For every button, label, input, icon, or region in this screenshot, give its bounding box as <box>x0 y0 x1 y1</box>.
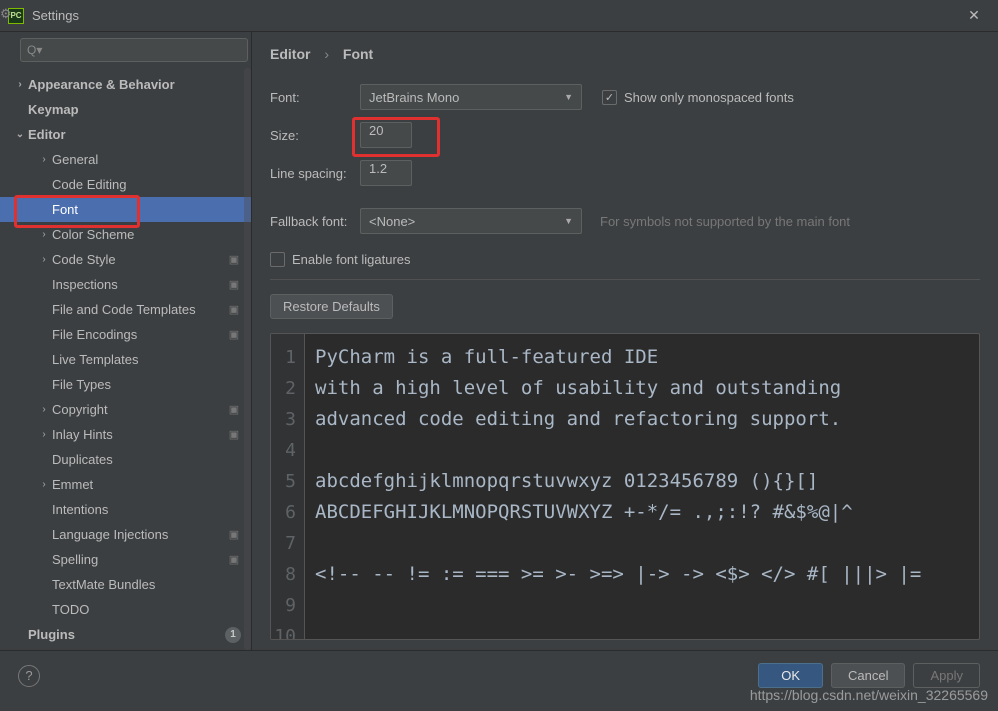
chevron-down-icon: ⌄ <box>12 129 28 140</box>
project-icon: ▣ <box>227 553 241 567</box>
fallback-font-dropdown[interactable]: <None> ▼ <box>360 208 582 234</box>
chevron-right-icon: › <box>36 154 52 165</box>
sidebar-item-code-style[interactable]: ›Code Style▣ <box>0 247 251 272</box>
fallback-hint: For symbols not supported by the main fo… <box>600 214 850 229</box>
project-icon: ▣ <box>227 278 241 292</box>
sidebar-item-file-encodings[interactable]: File Encodings▣ <box>0 322 251 347</box>
sidebar-item-todo[interactable]: TODO <box>0 597 251 622</box>
help-button[interactable]: ? <box>18 665 40 687</box>
sidebar-item-live-templates[interactable]: Live Templates <box>0 347 251 372</box>
settings-tree[interactable]: ›Appearance & Behavior Keymap ⌄Editor ›G… <box>0 68 251 650</box>
title-bar: ⚙ PC Settings ✕ <box>0 0 998 32</box>
fallback-font-label: Fallback font: <box>270 214 360 229</box>
search-input[interactable]: Q▾ <box>20 38 248 62</box>
code-preview[interactable]: PyCharm is a full-featured IDE with a hi… <box>305 334 979 639</box>
font-dropdown[interactable]: JetBrains Mono ▼ <box>360 84 582 110</box>
content-pane: Editor › Font Font: JetBrains Mono ▼ Sho… <box>252 32 998 650</box>
restore-defaults-button[interactable]: Restore Defaults <box>270 294 393 319</box>
sidebar-item-plugins[interactable]: Plugins1 <box>0 622 251 647</box>
size-input[interactable]: 20 <box>360 122 412 148</box>
project-icon: ▣ <box>227 428 241 442</box>
font-label: Font: <box>270 90 360 105</box>
font-preview: 12345678910 PyCharm is a full-featured I… <box>270 333 980 640</box>
cancel-button[interactable]: Cancel <box>831 663 905 688</box>
sidebar-item-keymap[interactable]: Keymap <box>0 97 251 122</box>
sidebar-item-intentions[interactable]: Intentions <box>0 497 251 522</box>
project-icon: ▣ <box>227 528 241 542</box>
window-title: Settings <box>32 8 958 23</box>
ok-button[interactable]: OK <box>758 663 823 688</box>
dialog-footer: ? OK Cancel Apply <box>0 650 998 700</box>
sidebar-item-appearance[interactable]: ›Appearance & Behavior <box>0 72 251 97</box>
apply-button[interactable]: Apply <box>913 663 980 688</box>
project-icon: ▣ <box>227 328 241 342</box>
monospaced-only-checkbox[interactable]: Show only monospaced fonts <box>602 90 794 105</box>
close-icon[interactable]: ✕ <box>958 0 990 32</box>
checkbox-icon <box>602 90 617 105</box>
sidebar-item-code-editing[interactable]: Code Editing <box>0 172 251 197</box>
project-icon: ▣ <box>227 303 241 317</box>
breadcrumb-root[interactable]: Editor <box>270 46 310 62</box>
ligatures-checkbox[interactable]: Enable font ligatures <box>270 252 980 267</box>
chevron-right-icon: › <box>36 479 52 490</box>
chevron-down-icon: ▼ <box>564 216 573 226</box>
sidebar-item-inspections[interactable]: Inspections▣ <box>0 272 251 297</box>
line-spacing-label: Line spacing: <box>270 166 360 181</box>
breadcrumb-leaf: Font <box>343 46 373 62</box>
chevron-right-icon: › <box>36 404 52 415</box>
search-icon: Q▾ <box>27 43 42 57</box>
plugins-badge: 1 <box>225 627 241 643</box>
sidebar-item-language-injections[interactable]: Language Injections▣ <box>0 522 251 547</box>
sidebar-item-file-types[interactable]: File Types <box>0 372 251 397</box>
divider <box>270 279 980 280</box>
sidebar-item-color-scheme[interactable]: ›Color Scheme <box>0 222 251 247</box>
sidebar-item-version-control[interactable]: ›Version Control▣ <box>0 647 251 650</box>
gear-icon: ⚙ <box>0 6 10 22</box>
chevron-down-icon: ▼ <box>564 92 573 102</box>
chevron-right-icon: › <box>324 46 329 62</box>
chevron-right-icon: › <box>12 79 28 90</box>
sidebar-item-spelling[interactable]: Spelling▣ <box>0 547 251 572</box>
breadcrumb: Editor › Font <box>270 46 980 62</box>
size-label: Size: <box>270 128 360 143</box>
chevron-right-icon: › <box>36 254 52 265</box>
sidebar-item-inlay-hints[interactable]: ›Inlay Hints▣ <box>0 422 251 447</box>
sidebar-item-textmate[interactable]: TextMate Bundles <box>0 572 251 597</box>
line-spacing-input[interactable]: 1.2 <box>360 160 412 186</box>
chevron-right-icon: › <box>36 229 52 240</box>
sidebar: Q▾ ›Appearance & Behavior Keymap ⌄Editor… <box>0 32 252 650</box>
gutter: 12345678910 <box>271 334 305 639</box>
checkbox-icon <box>270 252 285 267</box>
project-icon: ▣ <box>227 253 241 267</box>
sidebar-item-duplicates[interactable]: Duplicates <box>0 447 251 472</box>
sidebar-item-file-code-templates[interactable]: File and Code Templates▣ <box>0 297 251 322</box>
sidebar-item-general[interactable]: ›General <box>0 147 251 172</box>
sidebar-item-copyright[interactable]: ›Copyright▣ <box>0 397 251 422</box>
sidebar-item-editor[interactable]: ⌄Editor <box>0 122 251 147</box>
sidebar-item-emmet[interactable]: ›Emmet <box>0 472 251 497</box>
sidebar-item-font[interactable]: Font <box>0 197 251 222</box>
project-icon: ▣ <box>227 403 241 417</box>
chevron-right-icon: › <box>36 429 52 440</box>
